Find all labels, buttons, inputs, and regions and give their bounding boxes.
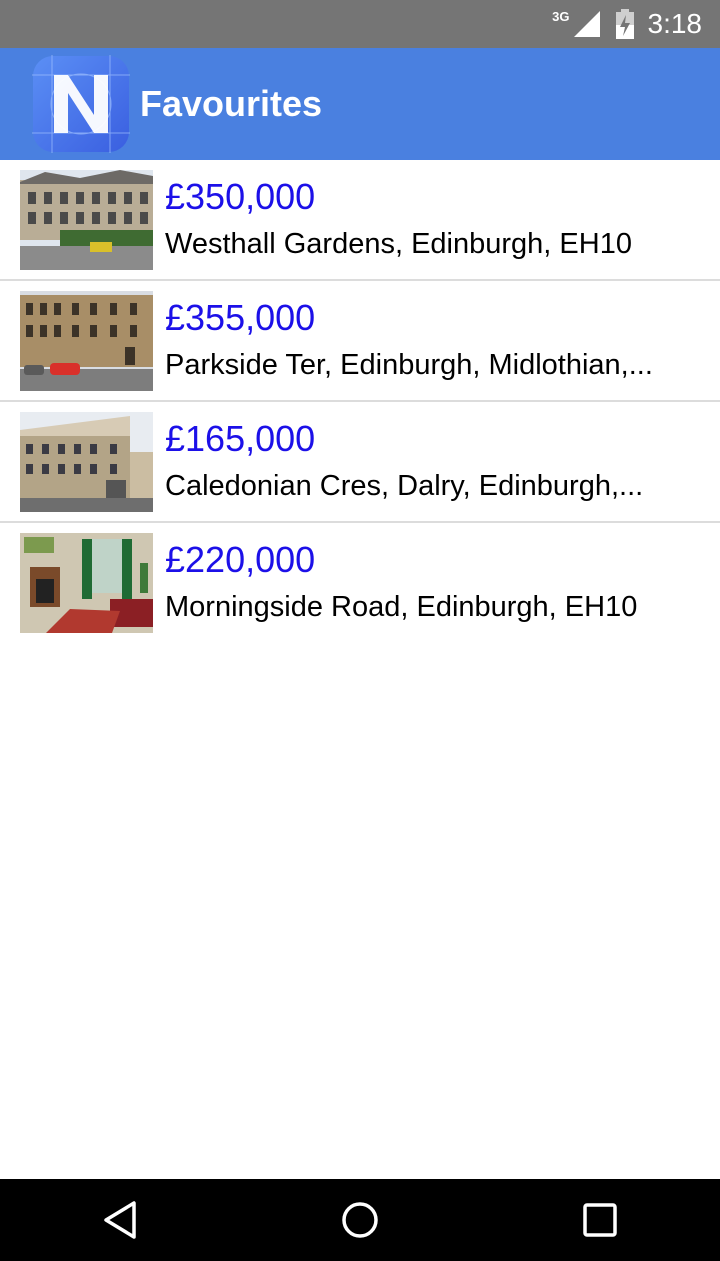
listing-price: £350,000 (165, 176, 316, 217)
list-item[interactable]: £355,000 Parkside Ter, Edinburgh, Midlot… (0, 281, 720, 402)
listing-price: £355,000 (165, 297, 316, 338)
list-item[interactable]: £220,000 Morningside Road, Edinburgh, EH… (0, 523, 720, 644)
system-nav-bar (0, 1179, 720, 1261)
page-title: Favourites (140, 83, 323, 124)
app-bar: Favourites (0, 48, 720, 160)
property-thumbnail (20, 291, 153, 391)
favourites-list: £350,000 Westhall Gardens, Edinburgh, EH… (0, 160, 720, 644)
listing-address: Caledonian Cres, Dalry, Edinburgh,... (165, 470, 644, 502)
clock: 3:18 (647, 8, 703, 39)
listing-price: £220,000 (165, 539, 316, 580)
status-bar: 3G 3:18 (0, 0, 720, 48)
property-thumbnail (20, 533, 153, 633)
recents-button[interactable] (570, 1190, 630, 1250)
nativescript-logo-icon (32, 55, 130, 153)
home-icon (342, 1202, 378, 1238)
listing-address: Morningside Road, Edinburgh, EH10 (165, 591, 638, 623)
battery-icon (615, 9, 634, 39)
property-thumbnail (20, 170, 153, 270)
property-thumbnail (20, 412, 153, 512)
back-icon (104, 1201, 136, 1239)
listing-address: Parkside Ter, Edinburgh, Midlothian,... (165, 349, 653, 381)
list-item[interactable]: £165,000 Caledonian Cres, Dalry, Edinbur… (0, 402, 720, 523)
home-button[interactable] (330, 1190, 390, 1250)
network-type: 3G (552, 8, 570, 24)
recents-icon (583, 1203, 617, 1237)
listing-address: Westhall Gardens, Edinburgh, EH10 (165, 228, 632, 260)
list-item[interactable]: £350,000 Westhall Gardens, Edinburgh, EH… (0, 160, 720, 281)
back-button[interactable] (90, 1190, 150, 1250)
listing-price: £165,000 (165, 418, 316, 459)
signal-icon (573, 11, 600, 37)
